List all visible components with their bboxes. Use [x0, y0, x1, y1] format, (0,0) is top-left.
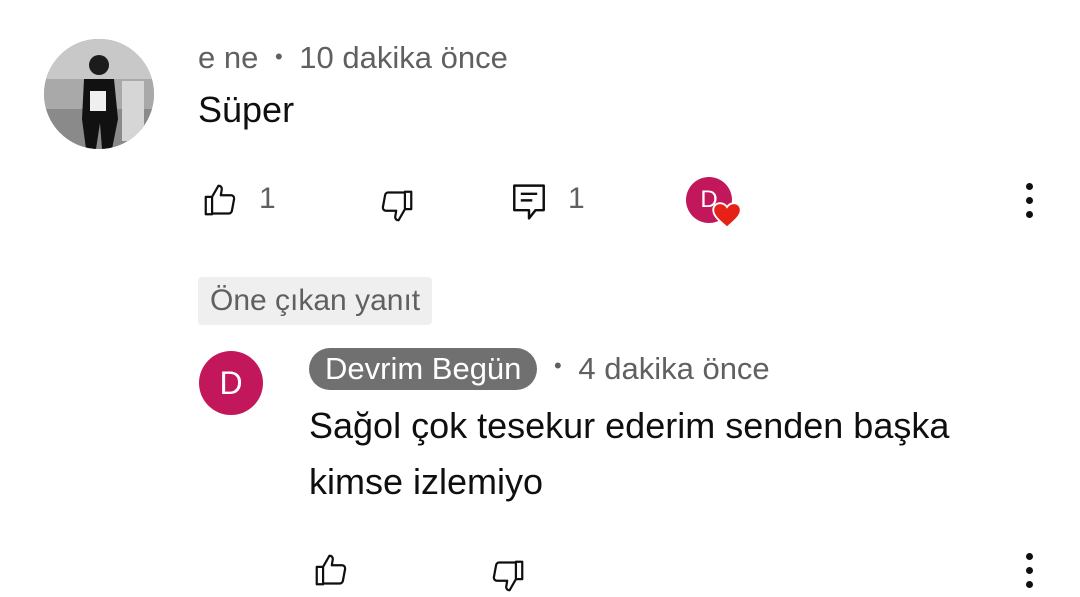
- reply-button[interactable]: [511, 182, 547, 222]
- reply-count: 1: [568, 182, 585, 215]
- more-vert-icon: [1019, 183, 1039, 218]
- thumbs-up-icon: [315, 554, 347, 586]
- comment-author[interactable]: e ne: [198, 40, 258, 75]
- thumbs-down-icon: [492, 560, 524, 592]
- reply-text: Sağol çok tesekur ederim senden başka ki…: [309, 398, 949, 510]
- reply-like-button[interactable]: [312, 551, 350, 589]
- comment-time: 10 dakika önce: [299, 40, 508, 75]
- commenter-avatar[interactable]: [44, 39, 154, 149]
- reply-dislike-button[interactable]: [489, 557, 527, 595]
- comment-more-button[interactable]: [1019, 183, 1039, 225]
- commenter-photo-icon: [44, 39, 154, 149]
- reply-meta: Devrim Begün • 4 dakika önce: [309, 348, 770, 390]
- comment-meta: e ne • 10 dakika önce: [198, 40, 508, 76]
- highlighted-reply-label: Öne çıkan yanıt: [198, 277, 433, 325]
- heart-icon: [712, 202, 742, 229]
- more-vert-icon: [1019, 553, 1039, 588]
- thumbs-up-icon: [204, 184, 236, 216]
- thumbs-down-icon: [381, 190, 413, 222]
- reply-author-chip[interactable]: Devrim Begün: [309, 348, 538, 390]
- meta-separator: •: [554, 353, 562, 379]
- dislike-button[interactable]: [378, 187, 416, 225]
- reply-time: 4 dakika önce: [578, 351, 770, 386]
- comment-text: Süper: [198, 89, 295, 130]
- reply-more-button[interactable]: [1019, 553, 1039, 595]
- meta-separator: •: [274, 44, 283, 69]
- reply-text-line: Sağol çok tesekur ederim senden başka: [309, 405, 950, 446]
- reply-text-line: kimse izlemiyo: [309, 461, 544, 502]
- reply-avatar[interactable]: D: [199, 351, 263, 415]
- reply-icon: [513, 184, 545, 220]
- like-count: 1: [259, 182, 276, 215]
- like-button[interactable]: [201, 181, 239, 219]
- creator-heart: D: [686, 177, 746, 233]
